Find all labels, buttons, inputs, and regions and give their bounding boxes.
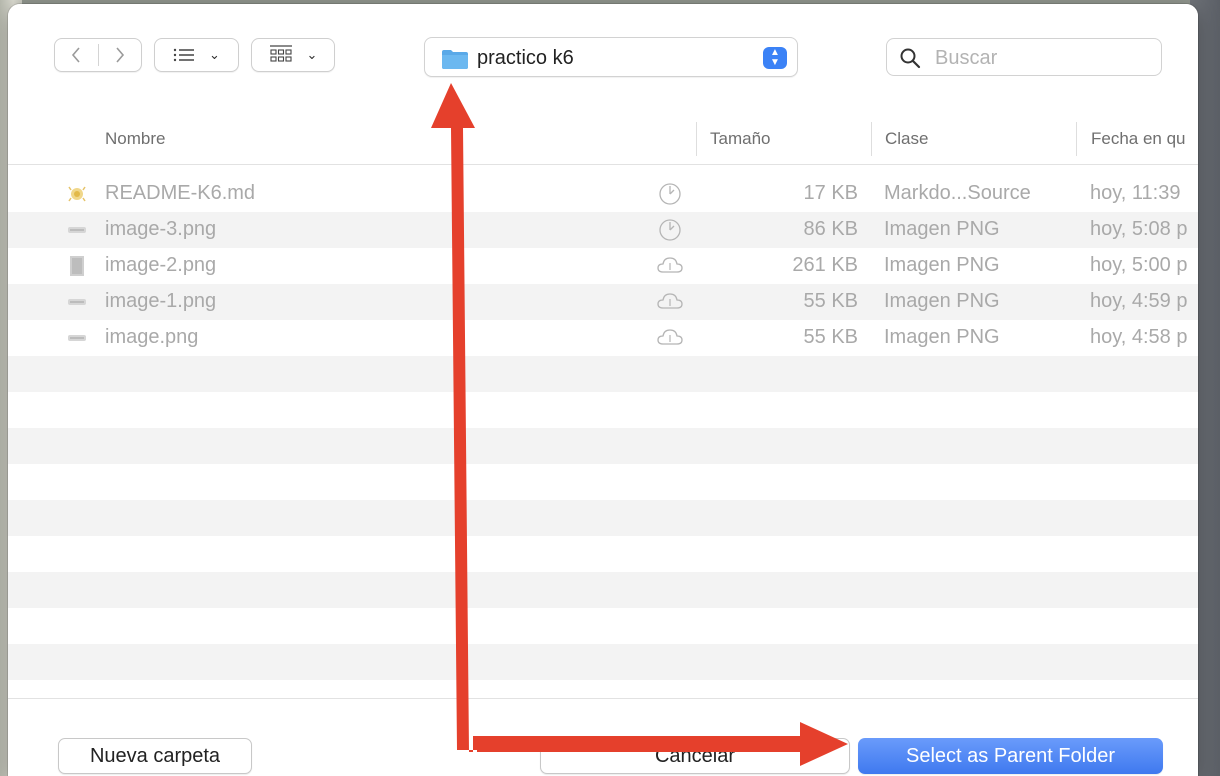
- list-item[interactable]: image-3.png 86 KB Imagen PNG hoy, 5:08 p: [8, 212, 1198, 248]
- column-name[interactable]: Nombre: [105, 114, 165, 164]
- list-item[interactable]: README-K6.md 17 KB Markdo...Source hoy, …: [8, 176, 1198, 212]
- forward-button[interactable]: [98, 39, 141, 71]
- column-separator[interactable]: [871, 122, 872, 156]
- file-date: hoy, 5:08 p: [1090, 218, 1188, 240]
- file-date: hoy, 4:58 p: [1090, 326, 1188, 348]
- file-size: 261 KB: [792, 254, 858, 276]
- file-name: image.png: [105, 326, 199, 348]
- search-icon: [900, 48, 921, 69]
- location-stepper-icon: ▲ ▼: [763, 47, 787, 69]
- file-size: 86 KB: [803, 218, 858, 240]
- column-size[interactable]: Tamaño: [710, 114, 770, 164]
- image-file-icon: [68, 335, 86, 341]
- back-button[interactable]: [55, 39, 98, 71]
- chevron-left-icon: [72, 47, 80, 63]
- empty-row: [8, 572, 1198, 608]
- folder-icon: [442, 50, 468, 69]
- chevron-right-icon: [116, 47, 124, 63]
- column-date[interactable]: Fecha en qu: [1091, 114, 1186, 164]
- location-popup[interactable]: practico k6 ▲ ▼: [424, 37, 798, 77]
- file-kind: Imagen PNG: [884, 290, 1000, 312]
- grid-icon: [269, 45, 292, 62]
- file-name: README-K6.md: [105, 182, 256, 204]
- empty-row: [8, 428, 1198, 464]
- navigation-group: [54, 38, 142, 72]
- file-size: 17 KB: [803, 182, 858, 204]
- file-size: 55 KB: [803, 326, 858, 348]
- toolbar: ⌄ ⌄ practico k6 ▲ ▼: [8, 4, 1198, 115]
- empty-row: [8, 356, 1198, 392]
- file-name: image-3.png: [105, 218, 217, 240]
- cloud-download-icon: [657, 293, 683, 309]
- file-kind: Markdo...Source: [884, 182, 1031, 204]
- list-item[interactable]: image-1.png 55 KB Imagen PNG hoy, 4:59 p: [8, 284, 1198, 320]
- file-date: hoy, 4:59 p: [1090, 290, 1188, 312]
- chevron-down-icon: ⌄: [306, 47, 318, 62]
- location-label: practico k6: [477, 47, 574, 69]
- column-separator[interactable]: [696, 122, 697, 156]
- column-header: Nombre Tamaño Clase Fecha en qu: [8, 114, 1198, 165]
- list-item[interactable]: image.png 55 KB Imagen PNG hoy, 4:58 p: [8, 320, 1198, 356]
- list-view-menu[interactable]: ⌄: [154, 38, 239, 72]
- empty-row: [8, 644, 1198, 680]
- column-separator[interactable]: [1076, 122, 1077, 156]
- file-kind: Imagen PNG: [884, 218, 1000, 240]
- cancel-button[interactable]: Cancelar: [540, 738, 850, 774]
- empty-row: [8, 500, 1198, 536]
- clock-icon: [659, 183, 681, 205]
- list-item[interactable]: image-2.png 261 KB Imagen PNG hoy, 5:00 …: [8, 248, 1198, 284]
- footer: Nueva carpeta Cancelar Select as Parent …: [8, 698, 1198, 776]
- cloud-download-icon: [657, 257, 683, 273]
- file-kind: Imagen PNG: [884, 326, 1000, 348]
- new-folder-button[interactable]: Nueva carpeta: [58, 738, 252, 774]
- image-file-icon: [70, 256, 84, 276]
- select-parent-folder-button[interactable]: Select as Parent Folder: [858, 738, 1163, 774]
- clock-icon: [659, 219, 681, 241]
- open-panel-dialog: ⌄ ⌄ practico k6 ▲ ▼ Buscar Nombre Tamaño…: [8, 4, 1198, 776]
- file-kind: Imagen PNG: [884, 254, 1000, 276]
- file-date: hoy, 5:00 p: [1090, 254, 1188, 276]
- file-size: 55 KB: [803, 290, 858, 312]
- image-file-icon: [68, 299, 86, 305]
- image-file-icon: [68, 227, 86, 233]
- chevron-down-icon: ⌄: [209, 47, 220, 62]
- grid-view-menu[interactable]: ⌄: [251, 38, 335, 72]
- markdown-file-icon: [68, 186, 86, 202]
- file-name: image-1.png: [105, 290, 217, 312]
- search-input[interactable]: [933, 44, 1137, 72]
- file-date: hoy, 11:39: [1090, 182, 1181, 204]
- column-kind[interactable]: Clase: [885, 114, 928, 164]
- file-name: image-2.png: [105, 254, 217, 276]
- cloud-download-icon: [657, 329, 683, 345]
- search-field[interactable]: [886, 38, 1162, 76]
- file-list: README-K6.md 17 KB Markdo...Source hoy, …: [8, 176, 1198, 706]
- list-icon: [173, 48, 195, 62]
